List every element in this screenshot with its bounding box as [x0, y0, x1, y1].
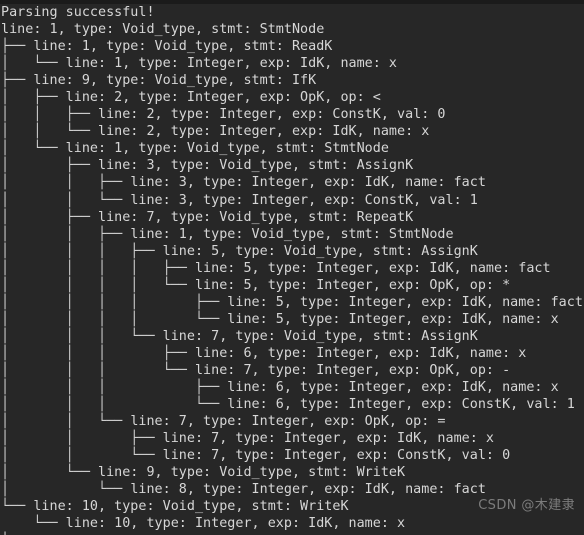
tree-line: │ └── line: 1, type: Integer, exp: IdK, …	[1, 55, 584, 72]
tree-line: │ │ └── line: 2, type: Integer, exp: IdK…	[1, 123, 584, 140]
tree-node-label: line: 1, type: Integer, exp: IdK, name: …	[65, 56, 398, 72]
tree-line: │ ├── line: 2, type: Integer, exp: OpK, …	[1, 89, 584, 106]
tree-node-label: line: 7, type: Void_type, stmt: RepeatK	[97, 209, 414, 225]
tree-line: │ │ │ ├── line: 5, type: Void_type, stmt…	[1, 243, 584, 260]
tree-line: │ │ ├── line: 2, type: Integer, exp: Con…	[1, 106, 584, 123]
output-header-line: Parsing successful!	[1, 4, 584, 21]
tree-node-label: line: 7, type: Integer, exp: ConstK, val…	[162, 448, 511, 464]
tree-node-label: line: 10, type: Integer, exp: IdK, name:…	[65, 516, 406, 532]
tree-node-label: line: 7, type: Integer, exp: OpK, op: =	[130, 414, 446, 430]
tree-line: │ │ ├── line: 3, type: Integer, exp: IdK…	[1, 174, 584, 191]
terminal-output: Parsing successful! line: 1, type: Void_t…	[0, 4, 584, 535]
tree-line: ├── line: 9, type: Void_type, stmt: IfK	[1, 72, 584, 89]
tree-branch-glyphs: │ │ ├──	[1, 175, 131, 191]
tree-branch-glyphs: ├──	[1, 39, 34, 55]
tree-branch-glyphs: │ │ └──	[1, 124, 98, 140]
tree-branch-glyphs: │ └──	[1, 141, 66, 157]
tree-node-label: line: 7, type: Integer, exp: OpK, op: -	[194, 362, 511, 378]
tree-node-label: line: 2, type: Integer, exp: ConstK, val…	[97, 107, 446, 123]
tree-branch-glyphs: ├──	[1, 73, 34, 89]
tree-branch-glyphs: │ │ │ ├──	[1, 243, 163, 259]
tree-branch-glyphs: │ ├──	[1, 90, 66, 106]
tree-node-label: line: 7, type: Void_type, stmt: AssignK	[162, 328, 478, 344]
tree-branch-glyphs: └──	[1, 499, 34, 515]
tree-node-label: line: 6, type: Integer, exp: ConstK, val…	[227, 397, 575, 413]
tree-node-label: line: 5, type: Integer, exp: IdK, name: …	[227, 294, 583, 310]
tree-line: │ │ └── line: 7, type: Integer, exp: Con…	[1, 447, 584, 464]
tree-node-label: line: 5, type: Integer, exp: IdK, name: …	[227, 311, 559, 327]
tree-branch-glyphs: │ │ │ └──	[1, 397, 228, 413]
tree-branch-glyphs: │ │ ├──	[1, 107, 98, 123]
tree-branch-glyphs: │ │ └──	[1, 448, 163, 464]
tree-node-label: line: 3, type: Integer, exp: ConstK, val…	[130, 192, 478, 208]
tree-node-label: line: 6, type: Integer, exp: IdK, name: …	[227, 380, 559, 396]
tree-line: │ │ └── line: 7, type: Integer, exp: OpK…	[1, 413, 584, 430]
terminal-window: Parsing successful! line: 1, type: Void_t…	[0, 0, 584, 535]
tree-line: │ ├── line: 3, type: Void_type, stmt: As…	[1, 157, 584, 174]
tree-line: │ └── line: 1, type: Void_type, stmt: St…	[1, 140, 584, 157]
tree-node-label: Parsing successful!	[1, 5, 155, 20]
tree-branch-glyphs: │ │ │ └──	[1, 362, 195, 378]
tree-branch-glyphs: │ └──	[1, 482, 131, 498]
tree-line: │ └── line: 8, type: Integer, exp: IdK, …	[1, 481, 584, 498]
tree-node-label: line: 1, type: Void_type, stmt: ReadK	[33, 39, 333, 55]
tree-line: line: 1, type: Void_type, stmt: StmtNode	[1, 21, 584, 38]
tree-node-label: line: 5, type: Integer, exp: IdK, name: …	[194, 260, 551, 276]
tree-node-label: line: 3, type: Void_type, stmt: AssignK	[97, 158, 414, 174]
tree-node-label: line: 1, type: Void_type, stmt: StmtNode	[130, 226, 454, 242]
tree-branch-glyphs: │ └──	[1, 465, 98, 481]
tree-line: │ │ └── line: 3, type: Integer, exp: Con…	[1, 192, 584, 209]
tree-node-label: line: 1, type: Void_type, stmt: StmtNode	[1, 22, 325, 38]
tree-line: │ │ │ │ ├── line: 5, type: Integer, exp:…	[1, 294, 584, 311]
tree-node-label: line: 5, type: Integer, exp: OpK, op: *	[194, 277, 511, 293]
tree-branch-glyphs: │ ├──	[1, 158, 98, 174]
tree-line: ├── line: 1, type: Void_type, stmt: Read…	[1, 38, 584, 55]
tree-branch-glyphs: │ │ └──	[1, 414, 131, 430]
tree-node-label: line: 9, type: Void_type, stmt: IfK	[33, 73, 317, 89]
tree-branch-glyphs: │ │ │ │ ├──	[1, 260, 195, 276]
tree-node-label: line: 1, type: Void_type, stmt: StmtNode	[65, 141, 389, 157]
tree-branch-glyphs: │ │ │ │ ├──	[1, 294, 228, 310]
tree-node-label: line: 5, type: Void_type, stmt: AssignK	[162, 243, 478, 259]
tree-line: │ │ │ │ └── line: 5, type: Integer, exp:…	[1, 277, 584, 294]
tree-node-label: line: 9, type: Void_type, stmt: WriteK	[97, 465, 406, 481]
tree-node-label: line: 6, type: Integer, exp: IdK, name: …	[194, 345, 527, 361]
tree-branch-glyphs: │ │ └──	[1, 192, 131, 208]
tree-line: │ │ │ └── line: 7, type: Integer, exp: O…	[1, 362, 584, 379]
csdn-watermark: CSDN @木建隶	[478, 497, 575, 513]
tree-line: │ │ │ ├── line: 6, type: Integer, exp: I…	[1, 345, 584, 362]
tree-line: │ │ │ └── line: 7, type: Void_type, stmt…	[1, 328, 584, 345]
tree-line: │ │ │ ├── line: 6, type: Integer, exp: I…	[1, 379, 584, 396]
tree-line: │ │ │ │ └── line: 5, type: Integer, exp:…	[1, 311, 584, 328]
tree-node-label: line: 3, type: Integer, exp: IdK, name: …	[130, 175, 486, 191]
tree-branch-glyphs: └──	[1, 516, 66, 532]
tree-line: └── line: 10, type: Integer, exp: IdK, n…	[1, 515, 584, 532]
tree-node-label: line: 7, type: Integer, exp: IdK, name: …	[162, 431, 494, 447]
tree-line: │ ├── line: 7, type: Void_type, stmt: Re…	[1, 209, 584, 226]
tree-branch-glyphs: │ └──	[1, 56, 66, 72]
tree-line: │ │ │ │ ├── line: 5, type: Integer, exp:…	[1, 260, 584, 277]
tree-branch-glyphs: │ ├──	[1, 209, 98, 225]
tree-line: │ │ │ └── line: 6, type: Integer, exp: C…	[1, 396, 584, 413]
tree-node-label: line: 8, type: Integer, exp: IdK, name: …	[130, 482, 486, 498]
tree-branch-glyphs: │ │ │ └──	[1, 328, 163, 344]
tree-line: │ └── line: 9, type: Void_type, stmt: Wr…	[1, 464, 584, 481]
tree-line: │ │ ├── line: 7, type: Integer, exp: IdK…	[1, 430, 584, 447]
tree-branch-glyphs: │ │ │ ├──	[1, 345, 195, 361]
tree-branch-glyphs: │ │ ├──	[1, 431, 163, 447]
tree-line: │ │ ├── line: 1, type: Void_type, stmt: …	[1, 226, 584, 243]
tree-node-label: line: 2, type: Integer, exp: IdK, name: …	[97, 124, 430, 140]
tree-branch-glyphs: │ │ │ │ └──	[1, 277, 195, 293]
tree-branch-glyphs: │ │ │ ├──	[1, 380, 228, 396]
tree-node-label: line: 2, type: Integer, exp: OpK, op: <	[65, 90, 381, 106]
tree-branch-glyphs: │ │ ├──	[1, 226, 131, 242]
tree-node-label: line: 10, type: Void_type, stmt: WriteK	[33, 499, 349, 515]
tree-branch-glyphs: │ │ │ │ └──	[1, 311, 228, 327]
